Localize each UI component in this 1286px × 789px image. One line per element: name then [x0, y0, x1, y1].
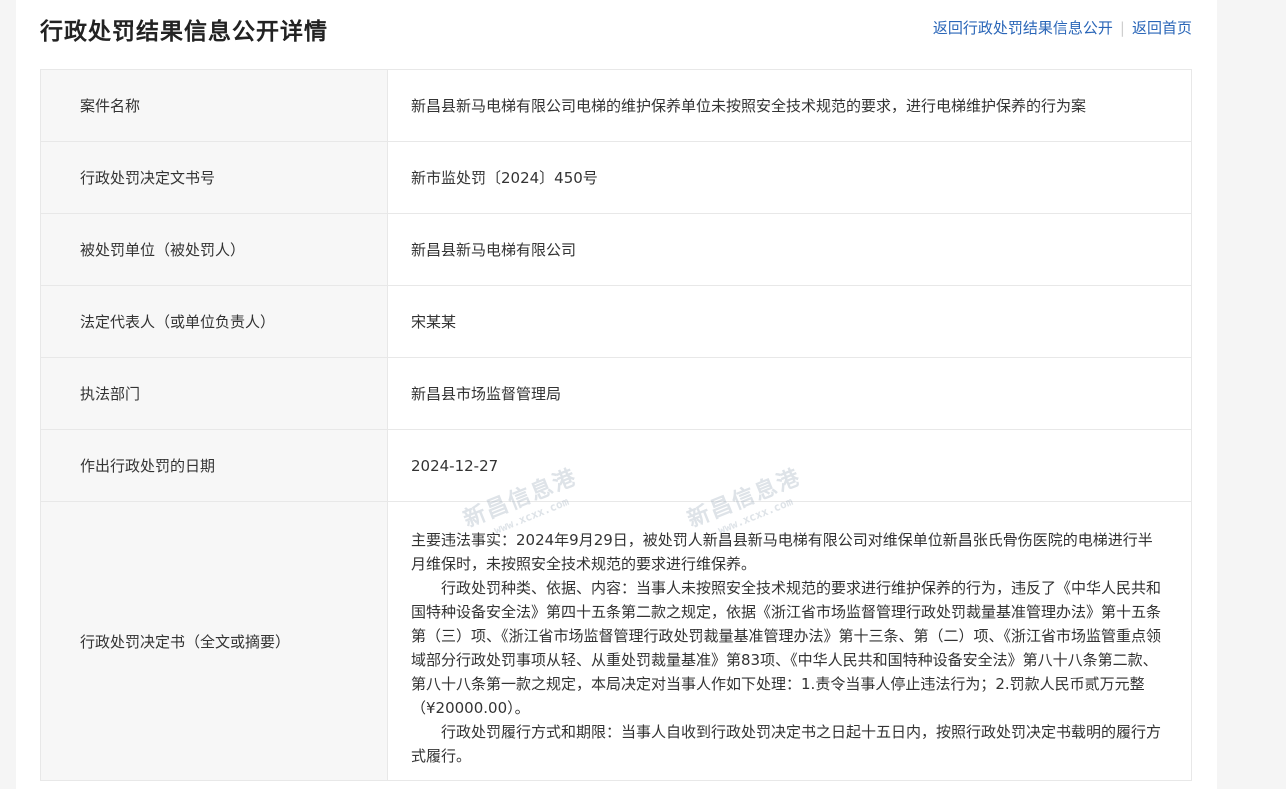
penalty-date-value: 2024-12-27: [387, 429, 1192, 502]
document-number-label: 行政处罚决定文书号: [40, 141, 388, 214]
table-row-decision: 行政处罚决定书（全文或摘要） 主要违法事实：2024年9月29日，被处罚人新昌县…: [40, 501, 1192, 781]
page-title: 行政处罚结果信息公开详情: [40, 19, 328, 45]
page-header: 行政处罚结果信息公开详情 返回行政处罚结果信息公开 | 返回首页: [40, 0, 1192, 56]
decision-text: 主要违法事实：2024年9月29日，被处罚人新昌县新马电梯有限公司对维保单位新昌…: [387, 501, 1192, 781]
decision-paragraph-basis: 行政处罚种类、依据、内容：当事人未按照安全技术规范的要求进行维护保养的行为，违反…: [411, 579, 1162, 717]
case-name-label: 案件名称: [40, 69, 388, 142]
detail-table: 案件名称 新昌县新马电梯有限公司电梯的维护保养单位未按照安全技术规范的要求，进行…: [40, 69, 1192, 781]
table-row-legal-representative: 法定代表人（或单位负责人） 宋某某: [40, 285, 1192, 358]
table-row-enforcement-department: 执法部门 新昌县市场监督管理局: [40, 357, 1192, 430]
decision-label: 行政处罚决定书（全文或摘要）: [40, 501, 388, 781]
enforcement-department-label: 执法部门: [40, 357, 388, 430]
legal-representative-value: 宋某某: [387, 285, 1192, 358]
penalized-party-value: 新昌县新马电梯有限公司: [387, 213, 1192, 286]
table-row-penalty-date: 作出行政处罚的日期 2024-12-27: [40, 429, 1192, 502]
table-row-case-name: 案件名称 新昌县新马电梯有限公司电梯的维护保养单位未按照安全技术规范的要求，进行…: [40, 69, 1192, 142]
table-row-document-number: 行政处罚决定文书号 新市监处罚〔2024〕450号: [40, 141, 1192, 214]
document-number-value: 新市监处罚〔2024〕450号: [387, 141, 1192, 214]
penalty-date-label: 作出行政处罚的日期: [40, 429, 388, 502]
case-name-value: 新昌县新马电梯有限公司电梯的维护保养单位未按照安全技术规范的要求，进行电梯维护保…: [387, 69, 1192, 142]
link-divider: |: [1119, 19, 1125, 37]
penalized-party-label: 被处罚单位（被处罚人）: [40, 213, 388, 286]
enforcement-department-value: 新昌县市场监督管理局: [387, 357, 1192, 430]
legal-representative-label: 法定代表人（或单位负责人）: [40, 285, 388, 358]
back-to-list-link[interactable]: 返回行政处罚结果信息公开: [933, 19, 1113, 37]
header-links: 返回行政处罚结果信息公开 | 返回首页: [933, 17, 1192, 38]
table-row-penalized-party: 被处罚单位（被处罚人） 新昌县新马电梯有限公司: [40, 213, 1192, 286]
decision-paragraph-fulfillment: 行政处罚履行方式和期限：当事人自收到行政处罚决定书之日起十五日内，按照行政处罚决…: [411, 723, 1162, 765]
page-container: 行政处罚结果信息公开详情 返回行政处罚结果信息公开 | 返回首页 案件名称 新昌县新…: [16, 0, 1217, 789]
home-link[interactable]: 返回首页: [1132, 19, 1192, 37]
decision-paragraph-facts: 主要违法事实：2024年9月29日，被处罚人新昌县新马电梯有限公司对维保单位新昌…: [411, 531, 1153, 573]
